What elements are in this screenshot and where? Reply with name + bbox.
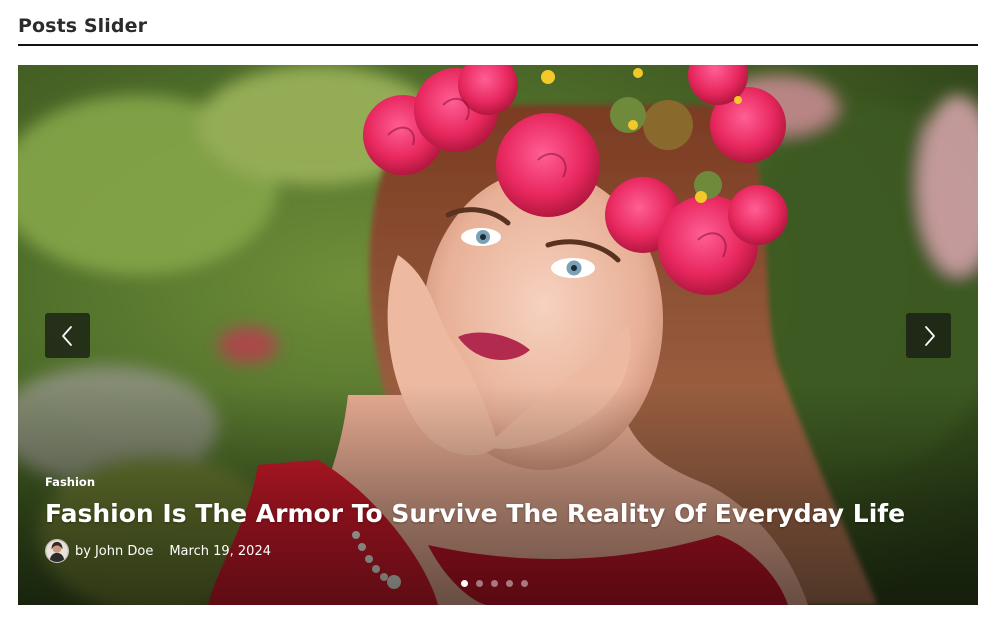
- slider-pagination: [461, 580, 528, 587]
- chevron-left-icon: [61, 325, 72, 346]
- posts-slider[interactable]: Fashion Fashion Is The Armor To Survive …: [18, 65, 978, 605]
- post-title[interactable]: Fashion Is The Armor To Survive The Real…: [45, 498, 945, 529]
- post-meta: by John Doe March 19, 2024: [45, 539, 945, 564]
- slide-caption: Fashion Fashion Is The Armor To Survive …: [45, 471, 945, 564]
- widget-header: Posts Slider: [18, 0, 978, 46]
- author-avatar[interactable]: [45, 539, 69, 564]
- pagination-dot[interactable]: [506, 580, 513, 587]
- category-link[interactable]: Fashion: [45, 475, 95, 489]
- author-prefix: by: [75, 543, 91, 559]
- pagination-dot[interactable]: [476, 580, 483, 587]
- post-date: March 19, 2024: [169, 543, 271, 559]
- author-name[interactable]: John Doe: [95, 544, 153, 559]
- slider-next-button[interactable]: [906, 313, 951, 358]
- pagination-dot[interactable]: [521, 580, 528, 587]
- chevron-right-icon: [924, 325, 935, 346]
- widget-title: Posts Slider: [18, 15, 148, 37]
- pagination-dot[interactable]: [461, 580, 468, 587]
- slider-prev-button[interactable]: [45, 313, 90, 358]
- pagination-dot[interactable]: [491, 580, 498, 587]
- posts-slider-widget: Posts Slider Fashion Fashion Is The Armo…: [18, 0, 978, 605]
